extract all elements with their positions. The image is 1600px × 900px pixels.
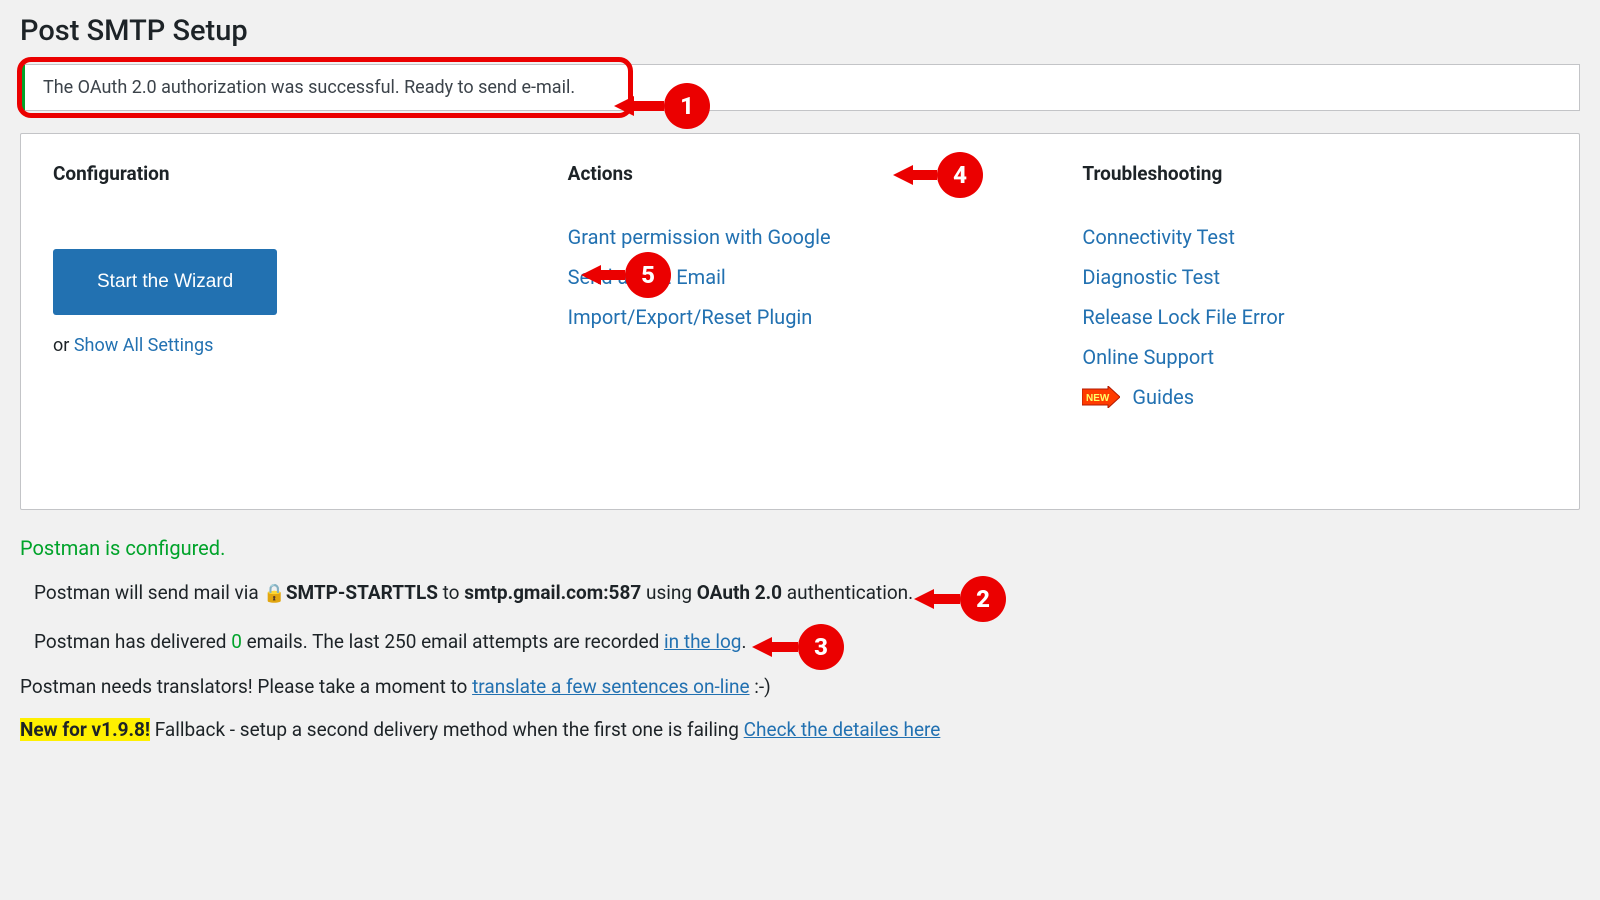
using-text: using: [641, 581, 697, 604]
new-version-highlight: New for v1.9.8!: [20, 718, 150, 741]
translators-line: Postman needs translators! Please take a…: [20, 675, 1580, 698]
smtp-host: smtp.gmail.com:587: [464, 581, 641, 604]
page-title: Post SMTP Setup: [20, 14, 1580, 48]
send-test-email-link[interactable]: Send a Test Email: [568, 265, 726, 289]
start-wizard-button[interactable]: Start the Wizard: [53, 249, 277, 315]
smtp-protocol: SMTP-STARTTLS: [286, 581, 438, 604]
grant-permission-link[interactable]: Grant permission with Google: [568, 225, 1033, 249]
check-details-link[interactable]: Check the detailes here: [744, 718, 941, 741]
delivered-count: 0: [231, 630, 242, 653]
troubleshooting-heading: Troubleshooting: [1082, 162, 1547, 185]
new-badge-text: NEW: [1086, 393, 1110, 404]
send-prefix: Postman will send mail via: [34, 581, 263, 604]
lock-icon: 🔒: [263, 583, 285, 604]
delivered-prefix: Postman has delivered: [34, 630, 231, 653]
notice-text: The OAuth 2.0 authorization was successf…: [43, 77, 575, 98]
main-panel: Configuration Start the Wizard or Show A…: [20, 133, 1580, 510]
new-badge-icon: NEW: [1082, 386, 1120, 408]
or-text: or: [53, 335, 74, 356]
to-text: to: [438, 581, 464, 604]
column-actions: Actions Grant permission with Google Sen…: [568, 162, 1033, 409]
guides-link[interactable]: Guides: [1132, 385, 1194, 409]
column-configuration: Configuration Start the Wizard or Show A…: [53, 162, 518, 409]
diagnostic-test-link[interactable]: Diagnostic Test: [1082, 265, 1547, 289]
import-export-reset-link[interactable]: Import/Export/Reset Plugin: [568, 305, 1033, 329]
configuration-heading: Configuration: [53, 162, 518, 185]
status-details: Postman will send mail via 🔒SMTP-STARTTL…: [34, 578, 1580, 657]
success-notice: The OAuth 2.0 authorization was successf…: [20, 64, 1580, 111]
in-the-log-link[interactable]: in the log: [664, 630, 741, 653]
auth-method: OAuth 2.0: [697, 581, 782, 604]
release-lock-link[interactable]: Release Lock File Error: [1082, 305, 1547, 329]
or-show-all: or Show All Settings: [53, 335, 518, 356]
fallback-text: Fallback - setup a second delivery metho…: [150, 718, 744, 741]
delivered-suffix: .: [741, 630, 746, 653]
new-version-line: New for v1.9.8! Fallback - setup a secon…: [20, 718, 1580, 741]
translators-suffix: :-): [750, 675, 771, 698]
delivered-line: Postman has delivered 0 emails. The last…: [34, 627, 1580, 657]
translators-prefix: Postman needs translators! Please take a…: [20, 675, 472, 698]
send-mail-line: Postman will send mail via 🔒SMTP-STARTTL…: [34, 578, 1580, 609]
show-all-settings-link[interactable]: Show All Settings: [74, 335, 214, 356]
online-support-link[interactable]: Online Support: [1082, 345, 1547, 369]
delivered-mid: emails. The last 250 email attempts are …: [242, 630, 664, 653]
auth-suffix: authentication.: [782, 581, 913, 604]
column-troubleshooting: Troubleshooting Connectivity Test Diagno…: [1082, 162, 1547, 409]
actions-heading: Actions: [568, 162, 1033, 185]
translate-link[interactable]: translate a few sentences on-line: [472, 675, 749, 698]
connectivity-test-link[interactable]: Connectivity Test: [1082, 225, 1547, 249]
status-configured: Postman is configured.: [20, 536, 1580, 560]
